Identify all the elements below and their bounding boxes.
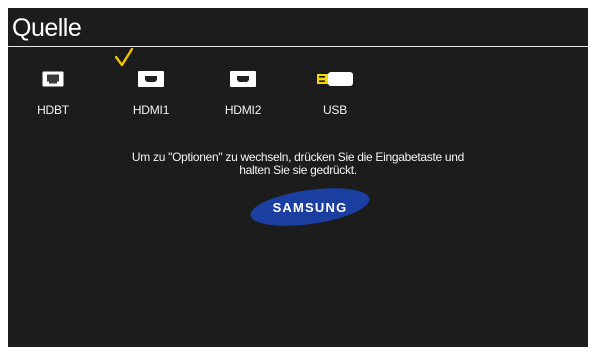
source-label-hdbt: HDBT [37,103,69,117]
page-title: Quelle [12,14,82,42]
source-item-hdbt[interactable]: HDBT [23,68,83,117]
selected-check-icon [115,48,133,67]
instruction-line-2: halten Sie sie gedrückt. [239,163,357,177]
samsung-logo-text: SAMSUNG [273,200,348,215]
source-label-usb: USB [322,103,348,117]
source-label-hdmi1: HDMI1 [132,103,170,117]
usb-icon [317,72,353,86]
source-label-hdmi2: HDMI2 [224,103,262,117]
hdmi-icon [230,71,256,87]
source-item-hdmi2[interactable]: HDMI2 [213,68,273,117]
title-divider [8,46,588,47]
samsung-logo: SAMSUNG [250,188,370,226]
hdbt-icon [42,71,64,87]
source-screen: Quelle HDBT HDMI1 HDMI2 USB Um zu "Optio… [8,8,588,347]
hdmi-icon [138,71,164,87]
source-item-usb[interactable]: USB [305,68,365,117]
instruction-text: Um zu "Optionen" zu wechseln, drücken Si… [88,151,508,177]
source-item-hdmi1[interactable]: HDMI1 [121,68,181,117]
